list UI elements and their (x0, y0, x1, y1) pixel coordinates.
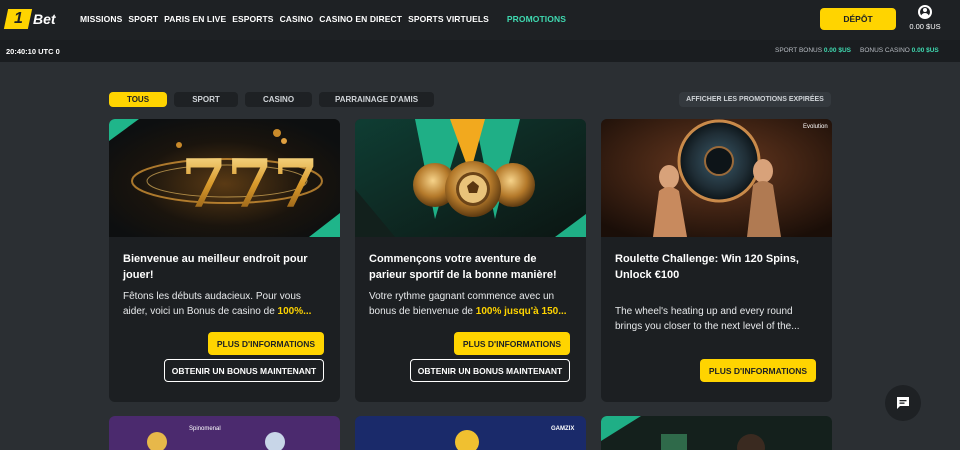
main-nav: MISSIONS SPORT PARIS EN LIVE ESPORTS CAS… (80, 14, 566, 24)
promo-card-roulette-challenge: Evolution Roulette Challenge: Win 120 Sp… (601, 119, 832, 402)
card-description: Votre rythme gagnant commence avec un bo… (369, 289, 569, 319)
brand-logo[interactable]: 1 Bet (3, 9, 56, 29)
logo-text: Bet (33, 11, 56, 27)
promo-card-lower-2: GAMZIX (355, 416, 586, 450)
nav-missions[interactable]: MISSIONS (80, 14, 122, 24)
card-description-highlight: 100% jusqu'à 150... (475, 306, 567, 317)
promo-image-roulette: Evolution (601, 119, 832, 237)
svg-text:777: 777 (181, 145, 319, 223)
card-title: Bienvenue au meilleur endroit pour jouer… (123, 253, 308, 281)
nav-casino-en-direct[interactable]: CASINO EN DIRECT (319, 14, 402, 24)
promo-card-lower-1: Spinomenal (109, 416, 340, 450)
top-navigation: 1 Bet MISSIONS SPORT PARIS EN LIVE ESPOR… (0, 0, 960, 40)
chat-button[interactable] (885, 385, 921, 421)
get-bonus-button[interactable]: OBTENIR UN BONUS MAINTENANT (164, 359, 324, 382)
casino-bonus: BONUS CASINO 0.00 $US (860, 47, 939, 54)
card-description-text: Fêtons les débuts audacieux. Pour vous a… (123, 291, 301, 317)
card-description-highlight: 100%... (277, 306, 312, 317)
promo-image-medals (355, 119, 586, 237)
casino-bonus-label: BONUS CASINO (860, 47, 910, 54)
get-bonus-button[interactable]: OBTENIR UN BONUS MAINTENANT (410, 359, 570, 382)
sport-bonus-value: 0.00 $US (823, 47, 851, 54)
deposit-button[interactable]: DÉPÔT (820, 8, 896, 30)
casino-bonus-value: 0.00 $US (911, 47, 939, 54)
provider-label: Evolution (803, 124, 828, 130)
card-title: Commençons votre aventure de parieur spo… (369, 253, 557, 281)
nav-casino[interactable]: CASINO (280, 14, 314, 24)
account-menu[interactable]: 0.00 $US (906, 5, 944, 31)
logo-mark: 1 (3, 9, 33, 29)
sport-bonus-label: SPORT BONUS (775, 47, 823, 54)
sport-bonus: SPORT BONUS 0.00 $US (775, 47, 851, 54)
chat-icon (897, 397, 909, 409)
tab-casino[interactable]: CASINO (245, 92, 312, 107)
card-description: Fêtons les débuts audacieux. Pour vous a… (123, 289, 323, 319)
promo-image-777: 777 (109, 119, 340, 237)
nav-esports[interactable]: ESPORTS (232, 14, 273, 24)
show-expired-button[interactable]: AFFICHER LES PROMOTIONS EXPIRÉES (679, 92, 831, 107)
tab-sport[interactable]: SPORT (174, 92, 238, 107)
user-icon (918, 5, 932, 19)
promo-card-sport-welcome: Commençons votre aventure de parieur spo… (355, 119, 586, 402)
logo-number: 1 (13, 10, 23, 27)
more-info-button[interactable]: PLUS D'INFORMATIONS (208, 332, 324, 355)
nav-paris-en-live[interactable]: PARIS EN LIVE (164, 14, 226, 24)
balance-value: 0.00 $US (909, 22, 941, 31)
nav-sport[interactable]: SPORT (128, 14, 158, 24)
provider-label: Spinomenal (189, 426, 221, 432)
nav-promotions[interactable]: PROMOTIONS (507, 14, 566, 24)
card-description: The wheel's heating up and every round b… (615, 306, 800, 332)
nav-sports-virtuels[interactable]: SPORTS VIRTUELS (408, 14, 489, 24)
tab-parrainage[interactable]: PARRAINAGE D'AMIS (319, 92, 434, 107)
provider-label: GAMZIX (551, 426, 574, 432)
promo-card-lower-3 (601, 416, 832, 450)
info-bar: 20:40:10 UTC 0 SPORT BONUS 0.00 $US BONU… (0, 40, 960, 62)
more-info-button[interactable]: PLUS D'INFORMATIONS (700, 359, 816, 382)
clock: 20:40:10 UTC 0 (6, 47, 60, 56)
tab-tous[interactable]: TOUS (109, 92, 167, 107)
card-title: Roulette Challenge: Win 120 Spins, Unloc… (615, 253, 799, 281)
promo-card-casino-welcome: 777 Bienvenue au meilleur endroit pour j… (109, 119, 340, 402)
more-info-button[interactable]: PLUS D'INFORMATIONS (454, 332, 570, 355)
